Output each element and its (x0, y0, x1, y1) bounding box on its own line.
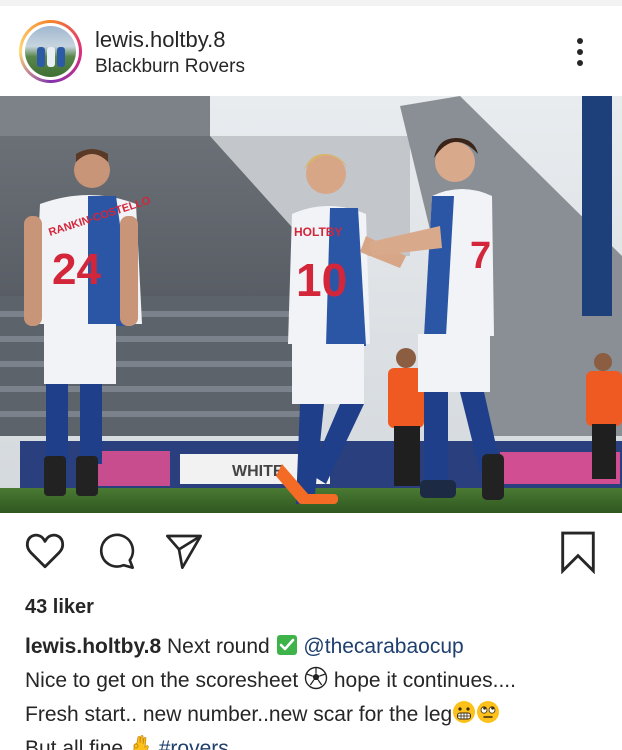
stand-pillar (582, 96, 612, 316)
send-glyph (166, 534, 203, 569)
avatar-player-figure (37, 47, 45, 67)
caption-line-4: But all fine #rovers (25, 733, 615, 750)
post-photo[interactable]: WHITE 24 RANKIN-COSTELLO 10 HOLTBY 7 (0, 96, 622, 513)
soccer-ball-emoji-glyph (304, 666, 328, 690)
caption-line-1: lewis.holtby.8 Next round @thecarabaocup (25, 631, 615, 665)
shirt-name-center: HOLTBY (294, 225, 342, 239)
send-icon[interactable] (164, 530, 204, 577)
post-caption: lewis.holtby.8 Next round @thecarabaocup… (25, 631, 615, 750)
post-username[interactable]: lewis.holtby.8 (95, 27, 225, 53)
post-actions (0, 530, 622, 578)
grimacing-face-emoji (452, 700, 476, 733)
photo-scene: WHITE 24 RANKIN-COSTELLO 10 HOLTBY 7 (0, 96, 622, 513)
more-options-dot (577, 38, 583, 44)
shirt-number-left: 24 (52, 245, 101, 294)
heart-glyph (25, 533, 65, 569)
more-options-dot (577, 49, 583, 55)
caption-text: But all fine (25, 737, 124, 750)
caption-text: Nice to get on the scoresheet (25, 669, 299, 692)
avatar-player-figure (47, 47, 55, 67)
check-mark-emoji-glyph (276, 635, 297, 655)
shirt-number-center: 10 (296, 254, 347, 306)
post-header: lewis.holtby.8 Blackburn Rovers (0, 14, 622, 92)
eye-roll-emoji (476, 700, 500, 733)
bookmark-glyph (561, 531, 595, 575)
caption-username[interactable]: lewis.holtby.8 (25, 635, 161, 658)
more-options-dot (577, 60, 583, 66)
caption-text: Next round (167, 635, 270, 658)
comment-glyph (99, 533, 135, 569)
avatar[interactable] (19, 20, 82, 83)
caption-line-2: Nice to get on the scoresheet hope it co… (25, 665, 615, 699)
caption-text: Fresh start.. new number..new scar for t… (25, 703, 453, 726)
caption-hashtag[interactable]: #rovers (159, 737, 229, 750)
post-location[interactable]: Blackburn Rovers (95, 56, 245, 78)
avatar-frame (22, 23, 79, 80)
comment-icon[interactable] (96, 530, 136, 577)
ok-hand-emoji (129, 734, 153, 750)
more-options-icon[interactable] (566, 34, 594, 70)
status-divider (0, 0, 622, 6)
stand-roof (0, 96, 210, 136)
ad-board-text: WHITE (232, 463, 284, 480)
eye-roll-emoji-glyph (477, 701, 500, 723)
grimacing-face-emoji-glyph (453, 701, 476, 723)
avatar-player-figure (57, 47, 65, 67)
caption-line-3: Fresh start.. new number..new scar for t… (25, 699, 615, 733)
like-count[interactable]: 43 liker (25, 596, 94, 619)
check-mark-emoji (276, 634, 298, 665)
avatar-image (25, 26, 76, 77)
caption-mention[interactable]: @thecarabaocup (303, 635, 463, 658)
ok-hand-emoji-glyph (133, 735, 149, 750)
soccer-ball-emoji (304, 666, 328, 699)
heart-icon[interactable] (24, 530, 66, 577)
caption-text: hope it continues.... (333, 669, 516, 692)
shirt-number-right: 7 (470, 235, 491, 277)
bookmark-icon[interactable] (560, 530, 596, 579)
